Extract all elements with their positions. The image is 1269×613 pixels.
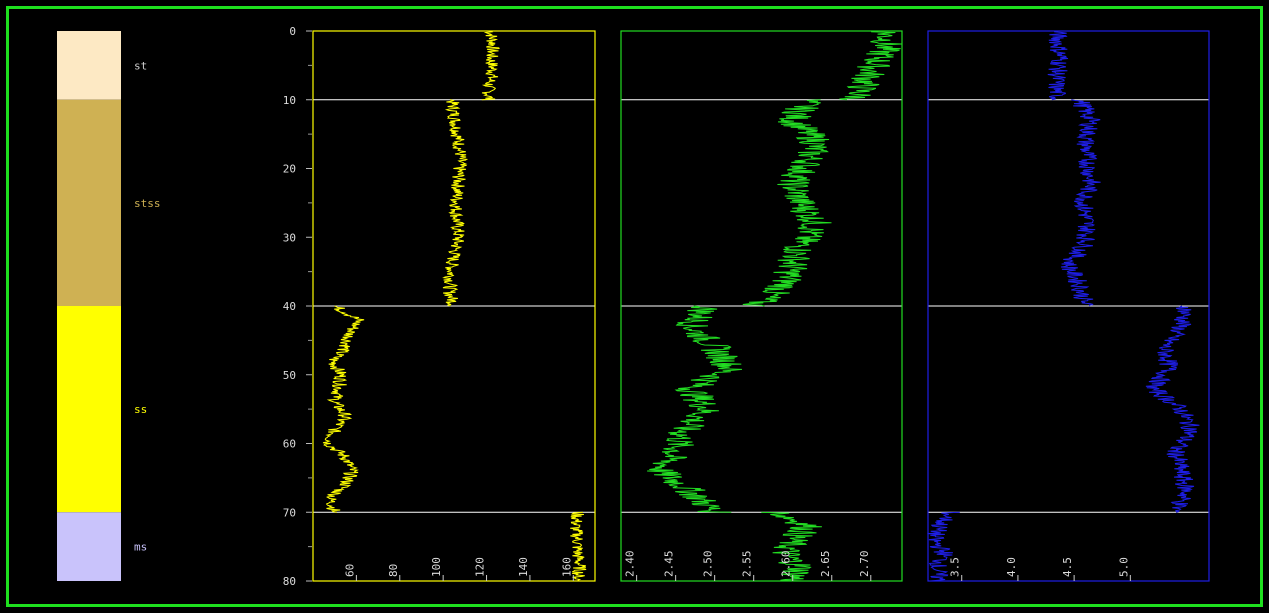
track-3-x-tick-label: 3.5 — [949, 557, 962, 577]
track-3-x-tick-label: 4.5 — [1061, 557, 1074, 577]
track-1-x-tick-label: 80 — [387, 564, 400, 577]
track-3-curve-segment — [1145, 305, 1200, 513]
lithology-ss-block — [57, 306, 121, 513]
depth-tick-label: 60 — [283, 438, 296, 451]
lithology-ms-block — [57, 512, 121, 581]
depth-tick-label: 70 — [283, 506, 296, 519]
track-1-x-tick-label: 100 — [430, 557, 443, 577]
depth-tick-label: 10 — [283, 94, 296, 107]
lithology-st-block — [57, 31, 121, 100]
depth-tick-label: 40 — [283, 300, 296, 313]
track-1-x-tick-label: 160 — [560, 557, 573, 577]
track-3-curve-segment — [1047, 30, 1069, 101]
track-3-x-tick-label: 5.0 — [1117, 557, 1130, 577]
depth-tick-label: 30 — [283, 231, 296, 244]
track-1-x-tick-label: 60 — [343, 564, 356, 577]
track-2-x-tick-label: 2.60 — [780, 551, 793, 578]
depth-tick-label: 0 — [289, 25, 296, 38]
track-2-x-tick-label: 2.50 — [702, 551, 715, 578]
track-1-curve-segment — [442, 99, 469, 307]
lithology-stss-block — [57, 99, 121, 306]
track-2-curve-segment — [742, 99, 832, 307]
track-2-x-tick-label: 2.65 — [819, 551, 832, 578]
well-log-chart: st stss ss ms 0 10 20 30 40 50 60 70 80 60 80 100 120 140… — [57, 25, 1210, 588]
track-2-x-tick-label: 2.70 — [858, 551, 871, 578]
depth-tick-label: 80 — [283, 575, 296, 588]
lithology-ss-label: ss — [134, 403, 147, 416]
track-2-x-tick-label: 2.55 — [741, 551, 754, 578]
depth-tick-label: 50 — [283, 369, 296, 382]
track-1-curve-segment — [481, 30, 500, 101]
lithology-stss-label: stss — [134, 197, 161, 210]
track-1-x-tick-label: 140 — [517, 557, 530, 577]
track-2-curve-segment — [647, 305, 743, 513]
track-1-curve-segment — [322, 305, 365, 513]
lithology-ms-label: ms — [134, 541, 147, 554]
track-2-x-tick-label: 2.45 — [663, 551, 676, 578]
track-3-x-tick-label: 4.0 — [1005, 557, 1018, 577]
lithology-st-label: st — [134, 59, 147, 72]
track-2-x-tick-label: 2.40 — [624, 551, 637, 578]
track-3-curve-segment — [1060, 99, 1101, 307]
depth-tick-label: 20 — [283, 163, 296, 176]
track-2-curve-segment — [839, 30, 902, 101]
track-1-x-tick-label: 120 — [474, 557, 487, 577]
